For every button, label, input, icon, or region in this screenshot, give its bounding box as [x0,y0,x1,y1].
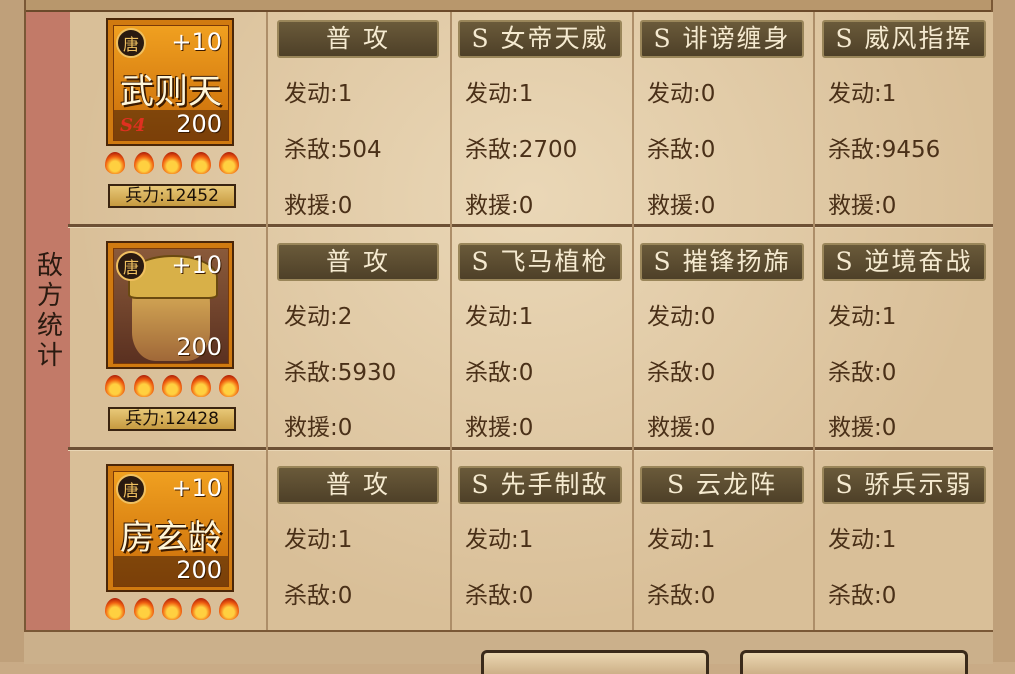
skill-header: 普 攻 [277,20,439,58]
hero-level: 200 [176,110,222,138]
stat-kills: 杀敌:0 [647,583,716,609]
hero-card[interactable]: 唐 +10 武则天 S4 200 [106,18,234,146]
hero-card[interactable]: 唐 +10 房玄龄 200 [106,464,234,592]
stat-trigger: 发动:1 [647,527,716,553]
hero-star-level: +10 [171,251,222,279]
right-border [991,0,1015,662]
flame-rating [105,375,239,399]
skill-header: 普 攻 [277,466,439,504]
stat-rescue: 救援:0 [828,193,897,219]
stat-kills: 杀敌:0 [647,137,716,163]
bottom-button-right[interactable] [740,650,968,674]
hero-level: 200 [176,333,222,361]
stat-trigger: 发动:1 [828,304,897,330]
stat-trigger: 发动:0 [647,304,716,330]
flame-icon [190,598,211,620]
tang-seal-icon: 唐 [116,474,146,504]
flame-icon [133,375,154,397]
flame-rating [105,152,239,176]
bottom-button-left[interactable] [481,650,709,674]
stat-trigger: 发动:1 [465,304,534,330]
flame-icon [190,375,211,397]
stat-rescue: 救援:0 [647,415,716,441]
stat-rescue: 救援:0 [828,415,897,441]
stat-trigger: 发动:1 [465,527,534,553]
skill-header: S 骄兵示弱 [822,466,986,504]
flame-icon [219,375,239,397]
stat-kills: 杀敌:9456 [828,137,941,163]
hero-star-level: +10 [171,28,222,56]
troop-count: 兵力:12452 [108,184,236,208]
flame-icon [105,598,125,620]
tang-seal-icon: 唐 [116,28,146,58]
skill-header: S 女帝天威 [458,20,622,58]
stat-kills: 杀敌:0 [465,583,534,609]
column-divider [450,12,452,630]
stat-rescue: 救援:0 [284,415,353,441]
season-mark: S4 [120,115,146,136]
flame-icon [219,598,239,620]
skill-header: S 飞马植枪 [458,243,622,281]
hero-card[interactable]: 唐 +10 200 [106,241,234,369]
skill-header: S 云龙阵 [640,466,804,504]
flame-icon [219,152,239,174]
stat-rescue: 救援:0 [465,193,534,219]
stat-trigger: 发动:1 [828,81,897,107]
stat-kills: 杀敌:504 [284,137,382,163]
column-divider [266,12,268,630]
hero-level: 200 [176,556,222,584]
skill-header: S 先手制敌 [458,466,622,504]
flame-icon [162,152,182,174]
stat-rescue: 救援:0 [284,193,353,219]
stat-kills: 杀敌:0 [828,583,897,609]
flame-icon [162,598,182,620]
troop-count: 兵力:12428 [108,407,236,431]
hero-name: 武则天 [120,72,222,112]
flame-icon [133,152,154,174]
stat-kills: 杀敌:0 [465,360,534,386]
row-divider [68,224,993,227]
left-border [0,0,26,662]
tang-seal-icon: 唐 [116,251,146,281]
stat-trigger: 发动:1 [465,81,534,107]
stat-kills: 杀敌:2700 [465,137,578,163]
flame-icon [105,375,125,397]
top-border [0,0,1015,12]
stat-kills: 杀敌:0 [284,583,353,609]
stat-kills: 杀敌:5930 [284,360,397,386]
stat-rescue: 救援:0 [465,415,534,441]
tab-enemy-stats-label: 敌方统计 [32,251,63,371]
stat-trigger: 发动:1 [284,527,353,553]
skill-header: S 诽谤缠身 [640,20,804,58]
row-divider [68,447,993,450]
flame-icon [162,375,182,397]
stat-trigger: 发动:1 [828,527,897,553]
column-divider [813,12,815,630]
skill-header: S 摧锋扬旆 [640,243,804,281]
hero-name: 房玄龄 [120,518,222,558]
stat-trigger: 发动:0 [647,81,716,107]
stat-trigger: 发动:2 [284,304,353,330]
skill-header: S 威风指挥 [822,20,986,58]
stat-trigger: 发动:1 [284,81,353,107]
stat-rescue: 救援:0 [647,193,716,219]
tab-enemy-stats[interactable]: 敌方统计 [26,12,72,630]
skill-header: 普 攻 [277,243,439,281]
hero-star-level: +10 [171,474,222,502]
stat-kills: 杀敌:0 [647,360,716,386]
column-divider [632,12,634,630]
flame-rating [105,598,239,622]
stat-kills: 杀敌:0 [828,360,897,386]
flame-icon [105,152,125,174]
flame-icon [133,598,154,620]
flame-icon [190,152,211,174]
skill-header: S 逆境奋战 [822,243,986,281]
